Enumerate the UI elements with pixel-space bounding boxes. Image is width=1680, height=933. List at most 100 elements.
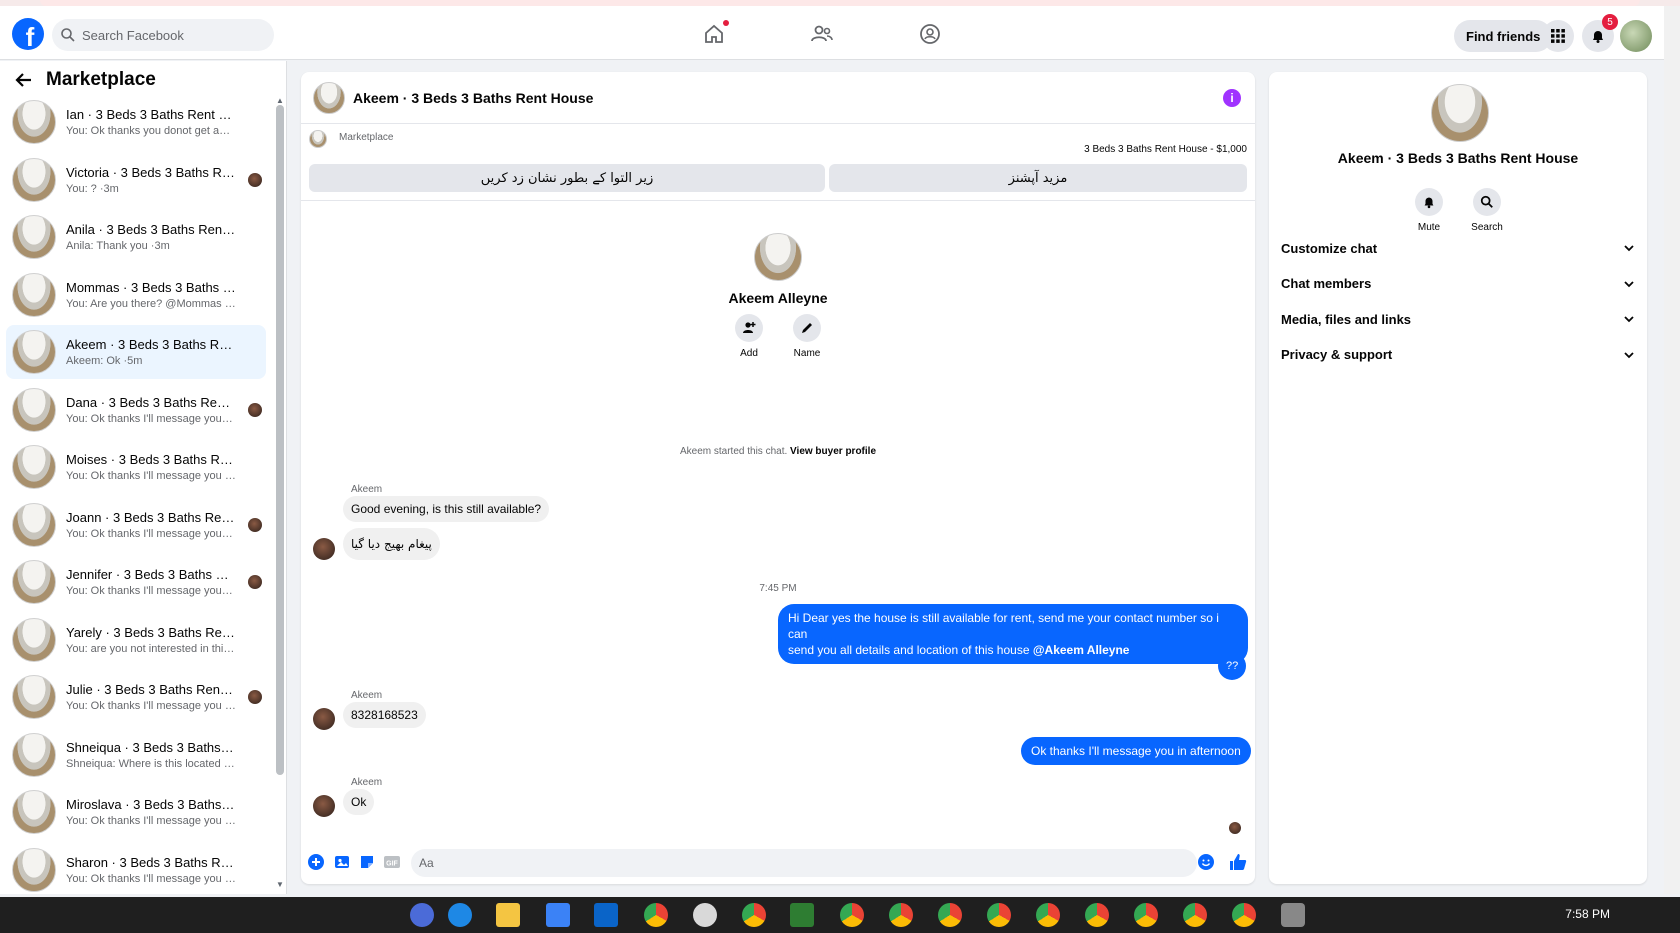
- settings-icon[interactable]: [1281, 903, 1305, 927]
- listing-price[interactable]: 3 Beds 3 Baths Rent House - $1,000: [1084, 144, 1247, 155]
- groups-icon[interactable]: [916, 20, 944, 48]
- chrome-profile-icon[interactable]: [889, 903, 913, 927]
- sender-avatar[interactable]: [313, 795, 335, 817]
- conversation-item[interactable]: Mommas · 3 Beds 3 Baths Rent … You: Are y…: [6, 268, 266, 322]
- message-bubble[interactable]: پیغام بھیج دیا گیا: [343, 528, 440, 560]
- seen-avatar: [1229, 822, 1241, 834]
- sender-avatar[interactable]: [313, 708, 335, 730]
- mark-pending-button[interactable]: زیر التوا کے بطور نشان زد کریں: [309, 164, 825, 192]
- sticker-icon[interactable]: [358, 853, 376, 871]
- buyer-name: Akeem Alleyne: [728, 290, 828, 306]
- conversation-item[interactable]: Ian · 3 Beds 3 Baths Rent House You: Ok t…: [6, 95, 266, 149]
- conversation-item[interactable]: Shneiqua · 3 Beds 3 Baths Rent … Shneiqua…: [6, 728, 266, 782]
- chrome-profile-icon[interactable]: [742, 903, 766, 927]
- conversation-thumbnail: [12, 617, 56, 662]
- conversation-item[interactable]: Anila · 3 Beds 3 Baths Rent House Anila: …: [6, 210, 266, 264]
- listing-thumbnail[interactable]: [313, 81, 345, 114]
- scroll-down-arrow[interactable]: ▼: [276, 881, 284, 889]
- seen-avatar: [248, 172, 262, 187]
- conversation-item[interactable]: Dana · 3 Beds 3 Baths Rent H… You: Ok tha…: [6, 383, 266, 437]
- chrome-icon[interactable]: [644, 903, 668, 927]
- file-explorer-icon[interactable]: [496, 903, 520, 927]
- photo-icon[interactable]: [333, 853, 351, 871]
- conversation-thumbnail: [12, 272, 56, 317]
- gif-icon[interactable]: GIF: [383, 853, 401, 871]
- outlook-icon[interactable]: [594, 903, 618, 927]
- message-bubble[interactable]: 8328168523: [343, 702, 426, 728]
- menu-button[interactable]: [1542, 20, 1574, 52]
- chrome-profile-icon[interactable]: [1134, 903, 1158, 927]
- notifications-badge: 5: [1602, 14, 1618, 30]
- search-input[interactable]: Search Facebook: [52, 19, 274, 51]
- buyer-avatar[interactable]: [754, 233, 802, 281]
- spreadsheet-icon[interactable]: [790, 903, 814, 927]
- home-icon[interactable]: [700, 20, 729, 48]
- conversation-item[interactable]: Sharon · 3 Beds 3 Baths Rent H… You: Ok t…: [6, 843, 266, 895]
- sender-avatar[interactable]: [313, 538, 335, 560]
- conversation-title: Anila · 3 Beds 3 Baths Rent House: [66, 222, 236, 237]
- emoji-icon[interactable]: [1197, 853, 1215, 871]
- conversation-item[interactable]: Julie · 3 Beds 3 Baths Rent Ho… You: Ok t…: [6, 670, 266, 724]
- conversation-item[interactable]: Joann · 3 Beds 3 Baths Rent … You: Ok tha…: [6, 498, 266, 552]
- message-bubble[interactable]: Good evening, is this still available?: [343, 496, 550, 522]
- find-friends-button[interactable]: Find friends: [1454, 20, 1553, 52]
- conversation-item[interactable]: Akeem · 3 Beds 3 Baths Rent H… Akeem: Ok …: [6, 325, 266, 379]
- chat-info-row[interactable]: Privacy & support: [1281, 341, 1641, 369]
- conversation-item[interactable]: Miroslava · 3 Beds 3 Baths Rent … You: Ok…: [6, 785, 266, 839]
- conversation-title: Joann · 3 Beds 3 Baths Rent …: [66, 509, 236, 525]
- chrome-profile-icon[interactable]: [938, 903, 962, 927]
- chrome-profile-icon[interactable]: [987, 903, 1011, 927]
- name-button[interactable]: Name: [777, 314, 837, 359]
- sender-label: Akeem: [351, 690, 383, 701]
- chat-info-row[interactable]: Customize chat: [1281, 234, 1641, 262]
- chat-title[interactable]: Akeem · 3 Beds 3 Baths Rent House: [353, 90, 593, 106]
- back-arrow-icon[interactable]: [14, 70, 34, 90]
- conversation-title: Akeem · 3 Beds 3 Baths Rent H…: [66, 337, 236, 352]
- conversation-title: Jennifer · 3 Beds 3 Baths Rent…: [66, 567, 236, 582]
- paint-icon[interactable]: [693, 903, 717, 927]
- conversation-scrollbar[interactable]: [276, 105, 284, 775]
- notifications-button[interactable]: 5: [1582, 14, 1618, 52]
- chat-info-row[interactable]: Media, files and links: [1281, 305, 1641, 333]
- more-options-button[interactable]: مزید آپشنز: [829, 164, 1247, 192]
- conversation-item[interactable]: Victoria · 3 Beds 3 Baths Rent… You: ? ·3…: [6, 153, 266, 207]
- copilot-icon[interactable]: [410, 903, 434, 927]
- add-button[interactable]: Add: [719, 314, 779, 359]
- scroll-up-arrow[interactable]: ▲: [276, 97, 284, 105]
- message-bubble[interactable]: Ok: [343, 789, 375, 815]
- chrome-profile-icon[interactable]: [1183, 903, 1207, 927]
- chrome-profile-icon[interactable]: [1036, 903, 1060, 927]
- profile-avatar[interactable]: [1620, 20, 1652, 52]
- mute-button[interactable]: Mute: [1399, 188, 1459, 233]
- plus-circle-icon[interactable]: [307, 853, 325, 871]
- conversation-title: Ian · 3 Beds 3 Baths Rent House: [66, 107, 236, 122]
- chrome-profile-icon[interactable]: [1085, 903, 1109, 927]
- message-input[interactable]: Aa: [411, 849, 1197, 877]
- home-notification-dot: [723, 20, 729, 26]
- conversation-thumbnail: [12, 790, 56, 834]
- facebook-logo[interactable]: f: [12, 18, 44, 50]
- edge-icon[interactable]: [448, 903, 472, 927]
- conversation-thumbnail: [12, 675, 56, 719]
- outgoing-message-bubble[interactable]: Ok thanks I'll message you in afternoon: [1021, 737, 1251, 765]
- mention[interactable]: @Akeem Alleyne: [1033, 643, 1130, 657]
- friends-icon[interactable]: [808, 20, 836, 48]
- marketplace-row: Marketplace: [309, 130, 393, 148]
- conversation-item[interactable]: Moises · 3 Beds 3 Baths Rent H… You: Ok t…: [6, 440, 266, 494]
- seen-avatar: [248, 517, 262, 532]
- view-buyer-profile-link[interactable]: View buyer profile: [790, 446, 876, 457]
- conversation-item[interactable]: Yarely · 3 Beds 3 Baths Rent Ho… You: are…: [6, 613, 266, 667]
- store-icon[interactable]: [546, 903, 570, 927]
- chrome-profile-icon[interactable]: [1232, 903, 1256, 927]
- page-scrollbar[interactable]: [1664, 6, 1680, 894]
- conversation-item[interactable]: Jennifer · 3 Beds 3 Baths Rent… You: Ok t…: [6, 555, 266, 609]
- chrome-profile-icon[interactable]: [840, 903, 864, 927]
- outgoing-message-bubble[interactable]: Hi Dear yes the house is still available…: [778, 604, 1248, 664]
- chat-info-avatar[interactable]: [1431, 84, 1489, 142]
- info-icon[interactable]: i: [1223, 89, 1241, 107]
- outgoing-message-bubble[interactable]: ??: [1218, 652, 1247, 680]
- thumbs-up-icon[interactable]: [1228, 852, 1248, 872]
- top-navigation: f Search Facebook Find friends 5: [0, 6, 1664, 60]
- chat-info-row[interactable]: Chat members: [1281, 270, 1641, 298]
- search-in-chat-button[interactable]: Search: [1457, 188, 1517, 233]
